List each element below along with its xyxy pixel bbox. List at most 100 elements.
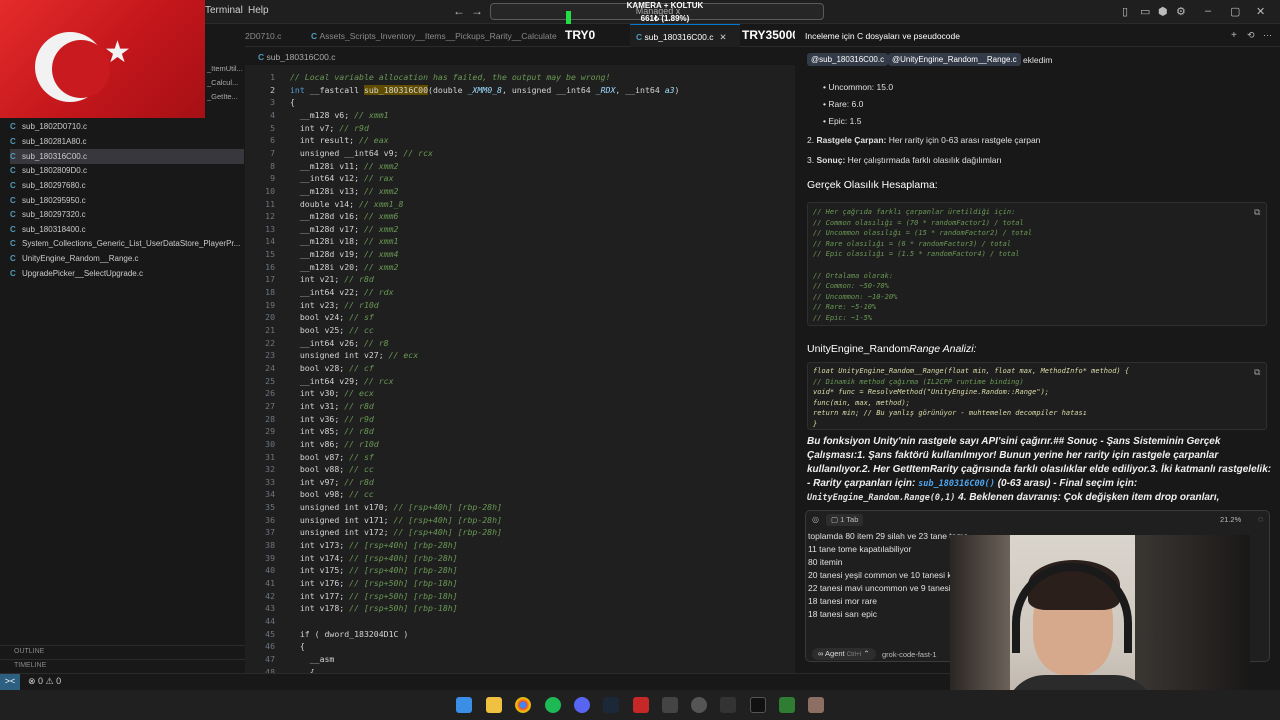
- code-line[interactable]: 48 {: [245, 666, 795, 673]
- game-icon[interactable]: [808, 697, 824, 713]
- timeline-section[interactable]: TIMELINE: [0, 659, 245, 672]
- file-item[interactable]: C UpgradePicker__SelectUpgrade.c: [10, 266, 244, 281]
- tab-count-chip[interactable]: ▢ 1 Tab: [826, 514, 864, 526]
- file-item[interactable]: Csub_180281A80.c: [10, 134, 244, 149]
- cursor-editor-icon[interactable]: [750, 697, 766, 713]
- breadcrumb-file[interactable]: sub_180316C00.c: [267, 52, 336, 62]
- context-icon[interactable]: ◎: [812, 515, 819, 524]
- code-line[interactable]: 41 int v176; // [rsp+50h] [rbp-18h]: [245, 577, 795, 590]
- more-icon[interactable]: ⋯: [1263, 30, 1272, 41]
- code-line[interactable]: 31 bool v87; // sf: [245, 451, 795, 464]
- sheet-icon[interactable]: [779, 697, 795, 713]
- code-line[interactable]: 11 double v14; // xmm1_8: [245, 198, 795, 211]
- code-line[interactable]: 15 __m128d v19; // xmm4: [245, 248, 795, 261]
- file-item[interactable]: Csub_180295950.c: [10, 193, 244, 208]
- code-line[interactable]: 4 __m128 v6; // xmm1: [245, 109, 795, 122]
- toggle-panel-icon[interactable]: ▭: [1140, 5, 1150, 18]
- code-line[interactable]: 34 bool v98; // cc: [245, 488, 795, 501]
- code-line[interactable]: 5 int v7; // r9d: [245, 122, 795, 135]
- model-selector[interactable]: grok-code-fast-1: [882, 650, 937, 659]
- discord-icon[interactable]: [574, 697, 590, 713]
- toggle-sidebar-icon[interactable]: ▯: [1122, 5, 1128, 18]
- code-line[interactable]: 26 int v30; // ecx: [245, 387, 795, 400]
- copy-icon[interactable]: ⧉: [1254, 367, 1260, 378]
- spotify-icon[interactable]: [545, 697, 561, 713]
- sidebar-partial-item[interactable]: _Calcul...: [207, 78, 238, 87]
- tab-active[interactable]: C sub_180316C00.c ✕: [630, 24, 740, 47]
- code-line[interactable]: 36 unsigned int v171; // [rsp+40h] [rbp-…: [245, 514, 795, 527]
- code-editor[interactable]: 1 // Local variable allocation has failed…: [245, 65, 795, 673]
- app-icon[interactable]: [662, 697, 678, 713]
- file-item[interactable]: C UnityEngine_Random__Range.c: [10, 251, 244, 266]
- code-line[interactable]: 42 int v177; // [rsp+50h] [rbp-18h]: [245, 590, 795, 603]
- problems-indicator[interactable]: ⊗ 0 ⚠ 0: [28, 676, 61, 687]
- recorder-icon[interactable]: [633, 697, 649, 713]
- code-line[interactable]: 8 __m128i v11; // xmm2: [245, 160, 795, 173]
- chrome-icon[interactable]: [515, 697, 531, 713]
- close-icon[interactable]: ✕: [1256, 5, 1265, 18]
- code-line[interactable]: 38 int v173; // [rsp+40h] [rbp-28h]: [245, 539, 795, 552]
- menu-help[interactable]: Help: [248, 5, 269, 16]
- minimize-icon[interactable]: –: [1205, 5, 1211, 17]
- code-line[interactable]: 25 __int64 v29; // rcx: [245, 375, 795, 388]
- code-line[interactable]: 17 int v21; // r8d: [245, 273, 795, 286]
- file-chip[interactable]: @UnityEngine_Random__Range.c: [888, 53, 1021, 66]
- file-item[interactable]: Csub_1802809D0.c: [10, 163, 244, 178]
- code-line[interactable]: 19 int v23; // r10d: [245, 299, 795, 312]
- code-line[interactable]: 23 unsigned int v27; // ecx: [245, 349, 795, 362]
- history-icon[interactable]: ⟲: [1247, 30, 1255, 41]
- sidebar-partial-item[interactable]: _GetIte...: [207, 92, 238, 101]
- extension-icon[interactable]: ⬢: [1158, 5, 1168, 18]
- file-explorer-icon[interactable]: [486, 697, 502, 713]
- windows-start-icon[interactable]: [456, 697, 472, 713]
- steam-icon[interactable]: [603, 697, 619, 713]
- gear-icon[interactable]: ⚙: [1176, 5, 1186, 18]
- code-line[interactable]: 21 bool v25; // cc: [245, 324, 795, 337]
- code-line[interactable]: 46 {: [245, 640, 795, 653]
- maximize-icon[interactable]: ▢: [1230, 5, 1240, 18]
- arrow-right-icon[interactable]: →: [471, 4, 483, 18]
- file-item-active[interactable]: Csub_180316C00.c: [10, 149, 244, 164]
- code-line[interactable]: 33 int v97; // r8d: [245, 476, 795, 489]
- code-line[interactable]: 22 __int64 v26; // r8: [245, 337, 795, 350]
- code-line[interactable]: 35 unsigned int v170; // [rsp+40h] [rbp-…: [245, 501, 795, 514]
- tab-file[interactable]: 2D0710.c: [245, 24, 303, 47]
- code-line[interactable]: 44: [245, 615, 795, 628]
- close-icon[interactable]: ✕: [720, 32, 727, 42]
- code-line[interactable]: 7 unsigned __int64 v9; // rcx: [245, 147, 795, 160]
- code-line[interactable]: 14 __m128i v18; // xmm1: [245, 235, 795, 248]
- code-line[interactable]: 13 __m128d v17; // xmm2: [245, 223, 795, 236]
- outline-section[interactable]: OUTLINE: [0, 645, 245, 658]
- code-line[interactable]: 6 int result; // eax: [245, 134, 795, 147]
- code-line[interactable]: 32 bool v88; // cc: [245, 463, 795, 476]
- arrow-left-icon[interactable]: ←: [453, 4, 465, 18]
- code-line[interactable]: 18 __int64 v22; // rdx: [245, 286, 795, 299]
- code-line[interactable]: 47 __asm: [245, 653, 795, 666]
- code-line[interactable]: 1 // Local variable allocation has failed…: [245, 71, 795, 84]
- agent-mode-selector[interactable]: ∞ Agent Ctrl+I ⌃: [812, 648, 876, 660]
- tool-icon[interactable]: [720, 697, 736, 713]
- code-line[interactable]: 10 __m128i v13; // xmm2: [245, 185, 795, 198]
- code-line[interactable]: 29 int v85; // r8d: [245, 425, 795, 438]
- file-item[interactable]: Csub_180297680.c: [10, 178, 244, 193]
- code-line[interactable]: 3{: [245, 96, 795, 109]
- code-line[interactable]: 24 bool v28; // cf: [245, 362, 795, 375]
- file-item[interactable]: Csub_1802D0710.c: [10, 119, 244, 134]
- code-line[interactable]: 28 int v36; // r9d: [245, 413, 795, 426]
- file-chip[interactable]: @sub_180316C00.c: [807, 53, 889, 66]
- copy-icon[interactable]: ⧉: [1254, 207, 1260, 218]
- code-line[interactable]: 43 int v178; // [rsp+50h] [rbp-18h]: [245, 602, 795, 615]
- code-line[interactable]: 2 int __fastcall sub_180316C00(double _XM…: [245, 84, 795, 97]
- code-line[interactable]: 20 bool v24; // sf: [245, 311, 795, 324]
- remote-button[interactable]: ><: [0, 674, 20, 690]
- menu-terminal[interactable]: Terminal: [205, 5, 243, 16]
- file-item[interactable]: Csub_180297320.c: [10, 207, 244, 222]
- code-line[interactable]: 37 unsigned int v172; // [rsp+40h] [rbp-…: [245, 526, 795, 539]
- code-line[interactable]: 16 __m128i v20; // xmm2: [245, 261, 795, 274]
- code-line[interactable]: 27 int v31; // r8d: [245, 400, 795, 413]
- sidebar-partial-item[interactable]: _ItemUtil...: [207, 64, 243, 73]
- file-item[interactable]: C System_Collections_Generic_List_UserDat…: [10, 236, 244, 251]
- code-line[interactable]: 40 int v175; // [rsp+40h] [rbp-28h]: [245, 564, 795, 577]
- code-line[interactable]: 30 int v86; // r10d: [245, 438, 795, 451]
- obs-icon[interactable]: [691, 697, 707, 713]
